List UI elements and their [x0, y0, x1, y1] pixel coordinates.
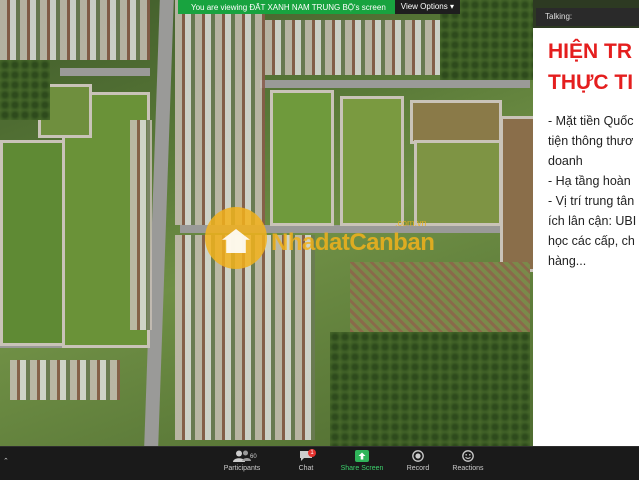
chat-label: Chat: [298, 465, 314, 472]
participants-icon: [233, 450, 251, 462]
slide-body-line: ích lân cận: UBI: [548, 214, 637, 228]
lot-field: [410, 100, 502, 144]
houses: [130, 120, 152, 330]
houses: [0, 0, 150, 60]
trees: [0, 60, 50, 120]
slide-body-line: hàng...: [548, 254, 587, 268]
lot-field: [500, 116, 533, 272]
slide-body-line: doanh: [548, 154, 583, 168]
shared-screen: NhadatCanban .com.vn HIỆN TR THỰC TI - M…: [0, 0, 639, 446]
houses: [10, 360, 120, 400]
presentation-slide: HIỆN TR THỰC TI - Mặt tiền Quốc tiện thô…: [533, 28, 639, 446]
orchard: [330, 332, 530, 446]
share-screen-icon: [355, 450, 369, 462]
slide-body-line: tiện thông thươ: [548, 134, 634, 148]
share-screen-label: Share Screen: [340, 465, 384, 472]
viewing-banner: You are viewing ĐẤT XANH NAM TRUNG BỘ's …: [178, 0, 460, 14]
slide-body: - Mặt tiền Quốc tiện thông thươ doanh - …: [548, 111, 639, 271]
participants-count: 60: [250, 454, 257, 460]
slide-body-line: học các cấp, ch: [548, 234, 635, 248]
participants-label: Participants: [223, 465, 261, 472]
watermark: NhadatCanban .com.vn: [205, 205, 440, 275]
viewing-banner-text: You are viewing ĐẤT XANH NAM TRUNG BỘ's …: [190, 2, 386, 12]
watermark-suffix: .com.vn: [395, 218, 427, 228]
view-options-button[interactable]: View Options ▾: [394, 0, 460, 14]
chat-button[interactable]: 1 Chat: [276, 449, 336, 472]
talking-label: Talking:: [536, 8, 639, 26]
slide-body-line: - Vị trí trung tân: [548, 194, 635, 208]
participants-button[interactable]: 60 Participants: [212, 450, 272, 472]
slide-body-line: - Hạ tầng hoàn: [548, 174, 631, 188]
watermark-brand: NhadatCanban: [271, 229, 435, 256]
east-road: [260, 80, 530, 88]
record-icon: [412, 450, 424, 462]
reactions-label: Reactions: [452, 465, 484, 472]
share-screen-button[interactable]: Share Screen: [332, 450, 392, 472]
slide-title-line: HIỆN TR: [548, 40, 632, 63]
chat-badge: 1: [308, 449, 316, 457]
slide-title: HIỆN TR THỰC TI: [548, 36, 639, 98]
slide-body-line: - Mặt tiền Quốc: [548, 114, 634, 128]
houses: [175, 0, 265, 225]
slide-title-line: THỰC TI: [548, 71, 634, 94]
top-road: [60, 68, 150, 76]
houses: [265, 20, 465, 75]
reactions-button[interactable]: Reactions: [438, 450, 498, 472]
chevron-up-icon[interactable]: ⌃: [3, 457, 9, 465]
meeting-toolbar: ⌃ 60 Participants 1 Chat Share Screen Re…: [0, 446, 639, 480]
smiley-icon: [462, 450, 474, 462]
